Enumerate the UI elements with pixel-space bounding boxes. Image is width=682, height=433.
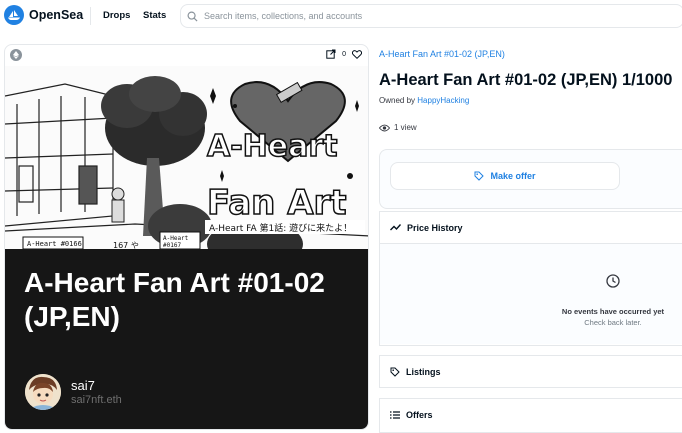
clock-icon [606,274,620,288]
price-history-header[interactable]: Price History [380,212,682,244]
header-divider [90,7,91,25]
nft-artwork-image[interactable]: A-Heart Fan Art A-Heart FA 第1話: 遊びに来たよ！ … [5,66,368,249]
offers-label: Offers [406,410,433,420]
svg-text:#0167: #0167 [163,242,181,249]
tag-icon [390,367,400,377]
listings-label: Listings [406,367,441,377]
trend-line-icon [390,224,401,231]
creator-ens: sai7nft.eth [71,394,122,406]
offers-panel[interactable]: Offers [379,398,682,433]
owned-by: Owned by HappyHacking [379,96,469,105]
media-actions: 0 [326,49,362,59]
opensea-boat-icon [4,5,24,25]
artwork-title: A-Heart Fan Art #01-02 (JP,EN) [24,267,325,333]
search-input[interactable] [204,11,644,21]
collection-link[interactable]: A-Heart Fan Art #01-02 (JP,EN) [379,49,505,59]
view-count-text: 1 view [394,123,417,132]
top-header: OpenSea Drops Stats [0,0,682,32]
offer-panel: Make offer [379,149,682,209]
empty-state-title: No events have occurred yet [561,307,665,316]
ethereum-chain-icon[interactable] [10,49,22,61]
svg-text:A-Heart: A-Heart [207,129,338,164]
price-history-body: No events have occurred yet Check back l… [380,244,682,344]
empty-state-subtitle: Check back later. [584,318,642,327]
svg-text:167 や: 167 や [113,241,139,249]
search-bar[interactable] [180,4,682,28]
favorite-count: 0 [342,50,346,58]
owned-by-label: Owned by [379,96,416,105]
creator-block[interactable]: sai7 sai7nft.eth [25,374,122,410]
creator-text: sai7 sai7nft.eth [71,378,122,406]
nav-drops[interactable]: Drops [103,10,130,21]
item-title: A-Heart Fan Art #01-02 (JP,EN) 1/1000 [379,71,673,89]
brand-name: OpenSea [29,8,84,22]
make-offer-button[interactable]: Make offer [390,162,620,190]
heart-icon[interactable] [352,49,362,59]
search-icon [187,11,198,22]
listings-panel[interactable]: Listings [379,355,682,388]
tag-icon [474,171,485,181]
list-icon [390,411,400,419]
svg-text:A-Heart FA 第1話: 遊びに来たよ！: A-Heart FA 第1話: 遊びに来たよ！ [209,222,352,234]
view-count: 1 view [379,123,417,132]
opensea-logo[interactable]: OpenSea [4,5,83,25]
svg-text:Fan Art: Fan Art [207,183,347,223]
make-offer-label: Make offer [490,171,536,181]
svg-text:A-Heart: A-Heart [163,235,189,242]
listings-header[interactable]: Listings [380,356,682,388]
price-history-panel: Price History No events have occurred ye… [379,211,682,346]
nav-stats[interactable]: Stats [143,10,166,21]
owner-link[interactable]: HappyHacking [417,96,469,105]
external-link-icon[interactable] [326,49,336,59]
offers-header[interactable]: Offers [380,399,682,431]
media-header: 0 [5,45,368,66]
eye-icon [379,124,390,131]
creator-avatar[interactable] [25,374,61,410]
svg-text:A-Heart #0166: A-Heart #0166 [27,240,82,248]
media-card: 0 A-Heart Fan Art A-Heart FA 第1話: 遊びに来たよ… [4,44,369,430]
creator-name: sai7 [71,378,95,393]
price-history-label: Price History [407,222,463,233]
artwork-title-panel: A-Heart Fan Art #01-02 (JP,EN) sai7 sai7… [5,249,368,429]
